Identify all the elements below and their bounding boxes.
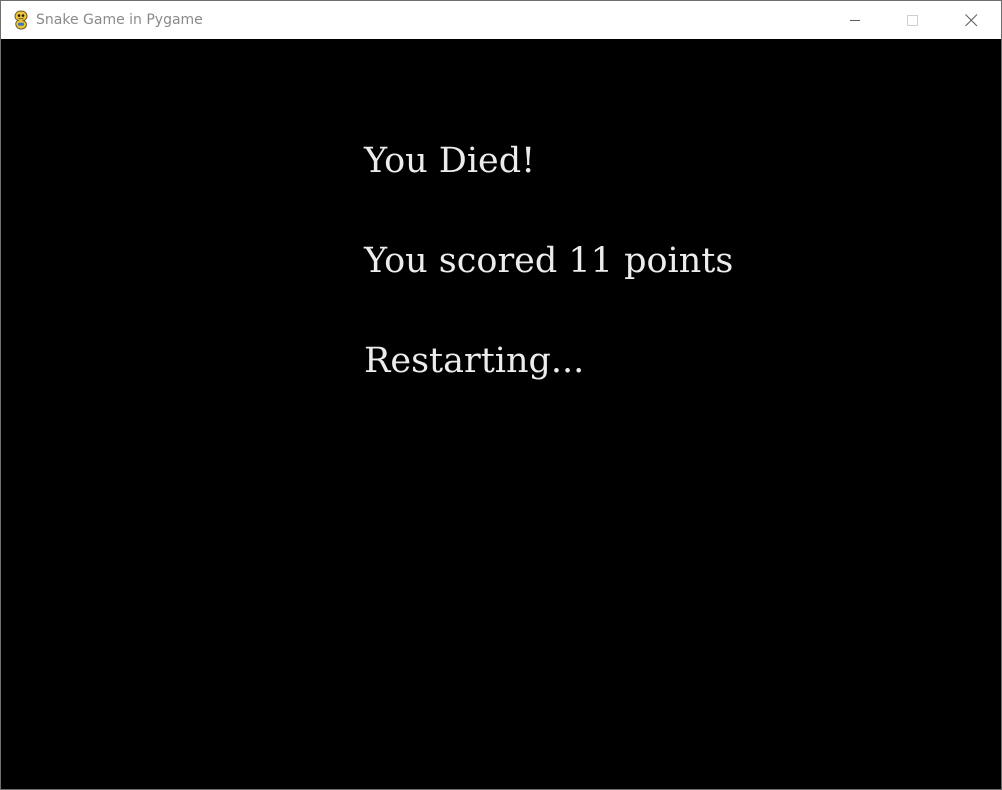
game-canvas[interactable]: You Died! You scored 11 points Restartin… (1, 39, 1001, 789)
close-icon (965, 14, 978, 27)
app-window: Snake Game in Pygame You Died! You score… (0, 0, 1002, 790)
window-title: Snake Game in Pygame (36, 12, 203, 28)
maximize-icon (907, 15, 918, 26)
minimize-icon (850, 20, 860, 21)
title-bar[interactable]: Snake Game in Pygame (1, 1, 1001, 39)
restart-message: Restarting... (364, 341, 585, 381)
minimize-button[interactable] (825, 1, 883, 39)
score-message: You scored 11 points (364, 241, 734, 281)
close-button[interactable] (941, 1, 999, 39)
pygame-snake-icon (12, 10, 30, 30)
death-message: You Died! (364, 141, 536, 181)
maximize-button[interactable] (883, 1, 941, 39)
